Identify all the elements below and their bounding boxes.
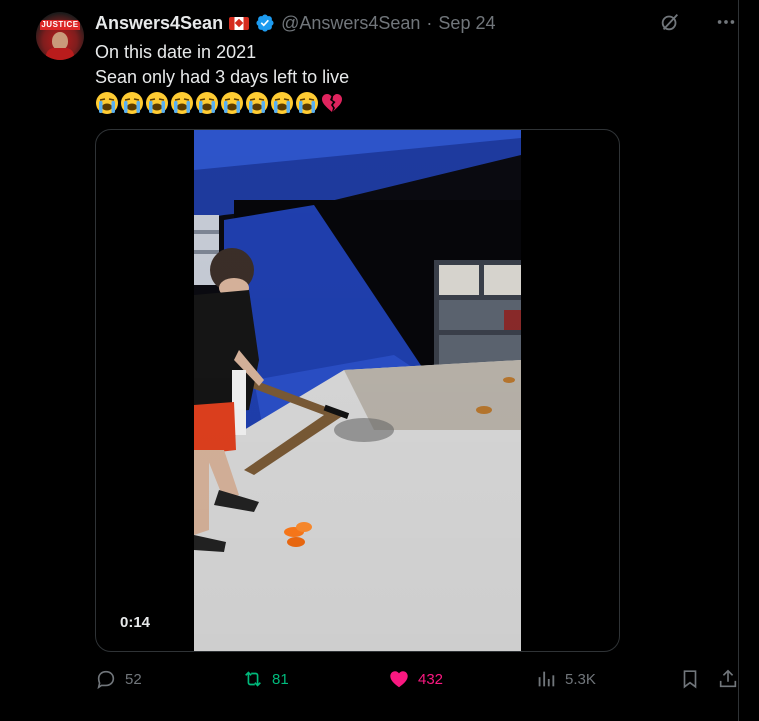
tweet-header: Answers4Sean @Answers4Sean · Sep 24 bbox=[95, 12, 495, 34]
video-duration: 0:14 bbox=[120, 614, 151, 631]
repost-button[interactable]: 81 bbox=[242, 668, 289, 690]
loudly-crying-face-icon bbox=[171, 92, 193, 114]
video-still-image bbox=[194, 130, 521, 651]
grok-icon[interactable] bbox=[658, 10, 682, 34]
verified-badge-icon bbox=[256, 14, 274, 32]
author-handle[interactable]: @Answers4Sean bbox=[281, 12, 420, 34]
loudly-crying-face-icon bbox=[271, 92, 293, 114]
reply-count: 52 bbox=[125, 670, 142, 688]
tweet-text-line-2: Sean only had 3 days left to live bbox=[95, 67, 350, 87]
avatar-body bbox=[46, 48, 74, 60]
tweet: JUSTICE Answers4Sean @Answers4Sean · Sep… bbox=[0, 0, 739, 721]
share-button[interactable] bbox=[717, 668, 739, 690]
loudly-crying-face-icon bbox=[96, 92, 118, 114]
views-icon bbox=[538, 671, 555, 687]
avatar[interactable]: JUSTICE bbox=[36, 12, 84, 60]
loudly-crying-face-icon bbox=[221, 92, 243, 114]
tweet-text-line-1: On this date in 2021 bbox=[95, 42, 257, 62]
bookmark-button[interactable] bbox=[679, 668, 701, 690]
repost-icon bbox=[245, 671, 261, 687]
loudly-crying-face-icon bbox=[296, 92, 318, 114]
author-name[interactable]: Answers4Sean bbox=[95, 12, 223, 34]
repost-count: 81 bbox=[272, 670, 289, 688]
top-actions bbox=[658, 10, 738, 34]
canada-flag-icon bbox=[229, 16, 250, 30]
reply-icon bbox=[97, 670, 115, 690]
like-button[interactable]: 432 bbox=[388, 668, 443, 690]
tweet-actions: 52 81 432 5.3K bbox=[95, 668, 739, 694]
bookmark-icon bbox=[683, 670, 697, 689]
header-separator: · bbox=[426, 13, 433, 33]
emoji-row bbox=[95, 91, 349, 115]
views-count: 5.3K bbox=[565, 670, 596, 688]
heart-icon bbox=[390, 671, 408, 688]
post-date[interactable]: Sep 24 bbox=[438, 12, 495, 34]
loudly-crying-face-icon bbox=[121, 92, 143, 114]
more-options-icon[interactable] bbox=[714, 10, 738, 34]
loudly-crying-face-icon bbox=[146, 92, 168, 114]
share-icon bbox=[719, 669, 737, 688]
loudly-crying-face-icon bbox=[196, 92, 218, 114]
reply-button[interactable]: 52 bbox=[95, 668, 142, 690]
loudly-crying-face-icon bbox=[246, 92, 268, 114]
tweet-text: On this date in 2021 Sean only had 3 day… bbox=[95, 40, 349, 115]
avatar-badge: JUSTICE bbox=[40, 20, 80, 30]
video-frame[interactable] bbox=[194, 130, 521, 651]
like-count: 432 bbox=[418, 670, 444, 688]
views-button[interactable]: 5.3K bbox=[535, 668, 596, 690]
video-player[interactable]: 0:14 bbox=[95, 129, 620, 652]
broken-heart-icon bbox=[322, 94, 342, 112]
